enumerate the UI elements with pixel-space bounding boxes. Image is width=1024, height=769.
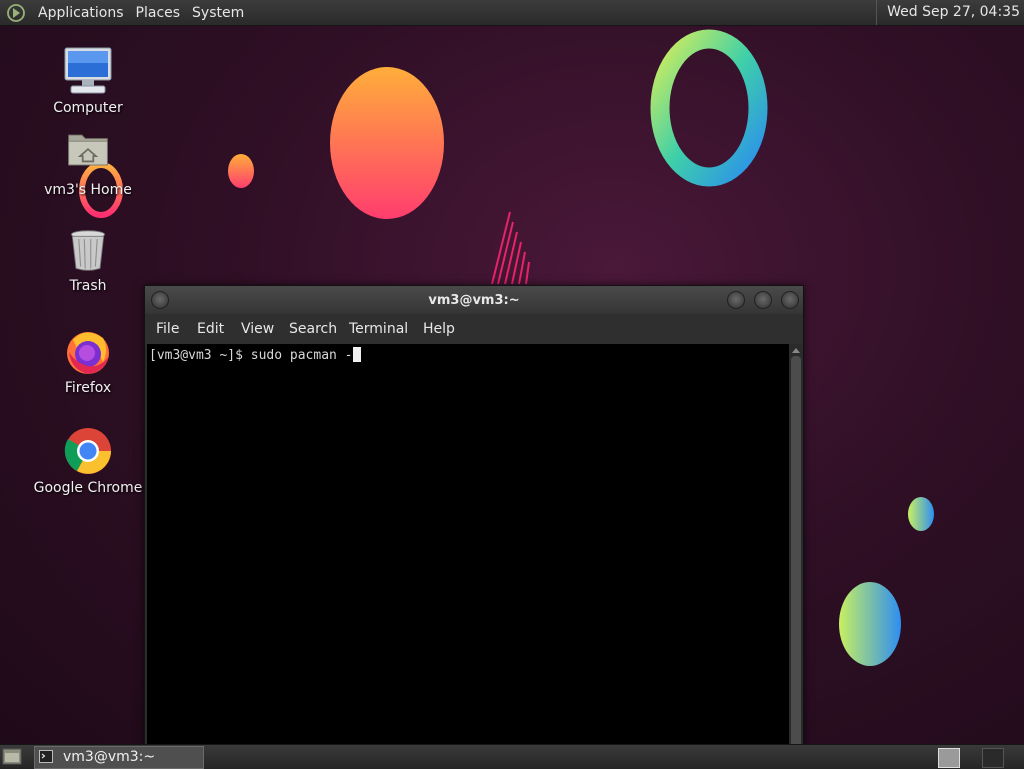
firefox-icon	[67, 332, 109, 374]
show-desktop-icon[interactable]	[2, 747, 22, 766]
menu-help[interactable]: Help	[423, 321, 455, 337]
terminal-scrollbar[interactable]	[789, 344, 803, 756]
text-cursor	[352, 347, 361, 362]
home-folder-icon	[68, 134, 108, 166]
distro-logo-icon[interactable]	[6, 3, 26, 23]
menu-search[interactable]: Search	[289, 321, 337, 337]
maximize-button[interactable]	[754, 291, 772, 309]
places-menu[interactable]: Places	[130, 5, 187, 21]
desktop-icon-firefox[interactable]: Firefox	[33, 326, 143, 396]
close-button[interactable]	[781, 291, 799, 309]
menu-edit[interactable]: Edit	[197, 321, 224, 337]
taskbar-item-terminal[interactable]: vm3@vm3:~	[34, 746, 204, 769]
scrollbar-thumb[interactable]	[791, 356, 801, 754]
applications-menu[interactable]: Applications	[32, 5, 130, 21]
window-titlebar[interactable]: vm3@vm3:~	[145, 286, 803, 314]
desktop-icon-trash[interactable]: Trash	[33, 228, 143, 294]
terminal-window[interactable]: vm3@vm3:~ File Edit View Search Terminal…	[144, 285, 804, 757]
terminal-icon	[39, 750, 53, 763]
desktop-icon-home[interactable]: vm3's Home	[33, 128, 143, 198]
scroll-up-arrow-icon[interactable]	[792, 348, 800, 353]
system-menu[interactable]: System	[186, 5, 250, 21]
menu-view[interactable]: View	[241, 321, 274, 337]
desktop-icon-chrome[interactable]: Google Chrome	[33, 426, 143, 496]
window-title: vm3@vm3:~	[428, 293, 520, 308]
desktop-icon-label: Firefox	[64, 380, 112, 396]
prompt: [vm3@vm3 ~]$	[149, 348, 251, 363]
desktop-icon-label: Trash	[69, 278, 107, 294]
top-panel: Applications Places System Wed Sep 27, 0…	[0, 0, 1024, 26]
computer-icon	[64, 47, 112, 94]
trash-icon	[70, 230, 106, 271]
chrome-icon	[64, 428, 111, 474]
command-line: [vm3@vm3 ~]$ sudo pacman -	[149, 347, 361, 363]
bottom-panel: vm3@vm3:~	[0, 744, 1024, 769]
taskbar-item-label: vm3@vm3:~	[63, 749, 156, 765]
desktop-icon-computer[interactable]: Computer	[33, 46, 143, 116]
menu-terminal[interactable]: Terminal	[349, 321, 408, 337]
terminal-output[interactable]: [vm3@vm3 ~]$ sudo pacman -	[147, 344, 789, 756]
desktop-icon-label: vm3's Home	[44, 182, 132, 198]
desktop-icon-label: Computer	[53, 100, 123, 116]
terminal-menubar: File Edit View Search Terminal Help	[145, 314, 803, 344]
typed-command: sudo pacman -	[250, 348, 353, 363]
workspace-2[interactable]	[982, 748, 1004, 768]
clock[interactable]: Wed Sep 27, 04:35	[876, 0, 1024, 25]
minimize-button[interactable]	[727, 291, 745, 309]
menu-file[interactable]: File	[156, 321, 179, 337]
workspace-1[interactable]	[938, 748, 960, 768]
desktop-icon-label: Google Chrome	[33, 480, 143, 496]
